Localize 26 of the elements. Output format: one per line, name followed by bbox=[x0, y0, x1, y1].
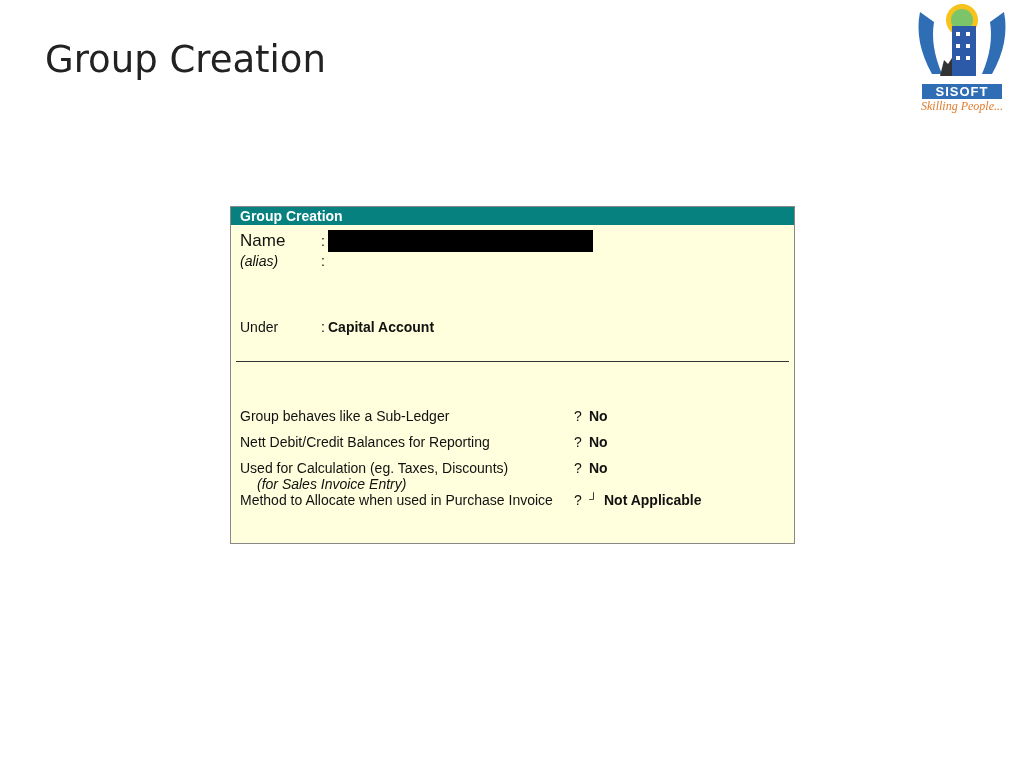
option-value[interactable]: No bbox=[589, 434, 608, 450]
logo-tagline: Skilling People... bbox=[921, 99, 1003, 114]
redacted-field[interactable] bbox=[328, 230, 593, 252]
option-label: Nett Debit/Credit Balances for Reporting bbox=[240, 434, 491, 450]
form-title: Group Creation bbox=[231, 207, 794, 225]
field-label: Name bbox=[240, 231, 287, 251]
option-label: Method to Allocate when used in Purchase Invoice bbox=[240, 492, 554, 508]
logo-name: SISOFT bbox=[921, 84, 1003, 99]
option-value[interactable]: No bbox=[589, 408, 608, 424]
field-value[interactable]: Capital Account bbox=[328, 319, 435, 335]
field-label: (alias) bbox=[240, 253, 280, 269]
option-note: (for Sales Invoice Entry) bbox=[256, 476, 408, 492]
question-mark: ? bbox=[574, 434, 583, 450]
question-mark: ? bbox=[574, 460, 583, 476]
field-label: Under bbox=[240, 319, 280, 335]
question-mark: ? bbox=[574, 492, 583, 508]
option-value[interactable]: No bbox=[589, 460, 608, 476]
corner-mark: ┘ bbox=[589, 492, 599, 506]
option-label: Used for Calculation (eg. Taxes, Discounts) bbox=[240, 460, 510, 476]
separator: : bbox=[321, 233, 326, 249]
option-label: Group behaves like a Sub-Ledger bbox=[240, 408, 451, 424]
slide-title: Group Creation bbox=[45, 38, 326, 83]
separator: : bbox=[321, 319, 326, 335]
question-mark: ? bbox=[574, 408, 583, 424]
separator: : bbox=[321, 253, 326, 269]
option-value[interactable]: Not Applicable bbox=[604, 492, 702, 508]
